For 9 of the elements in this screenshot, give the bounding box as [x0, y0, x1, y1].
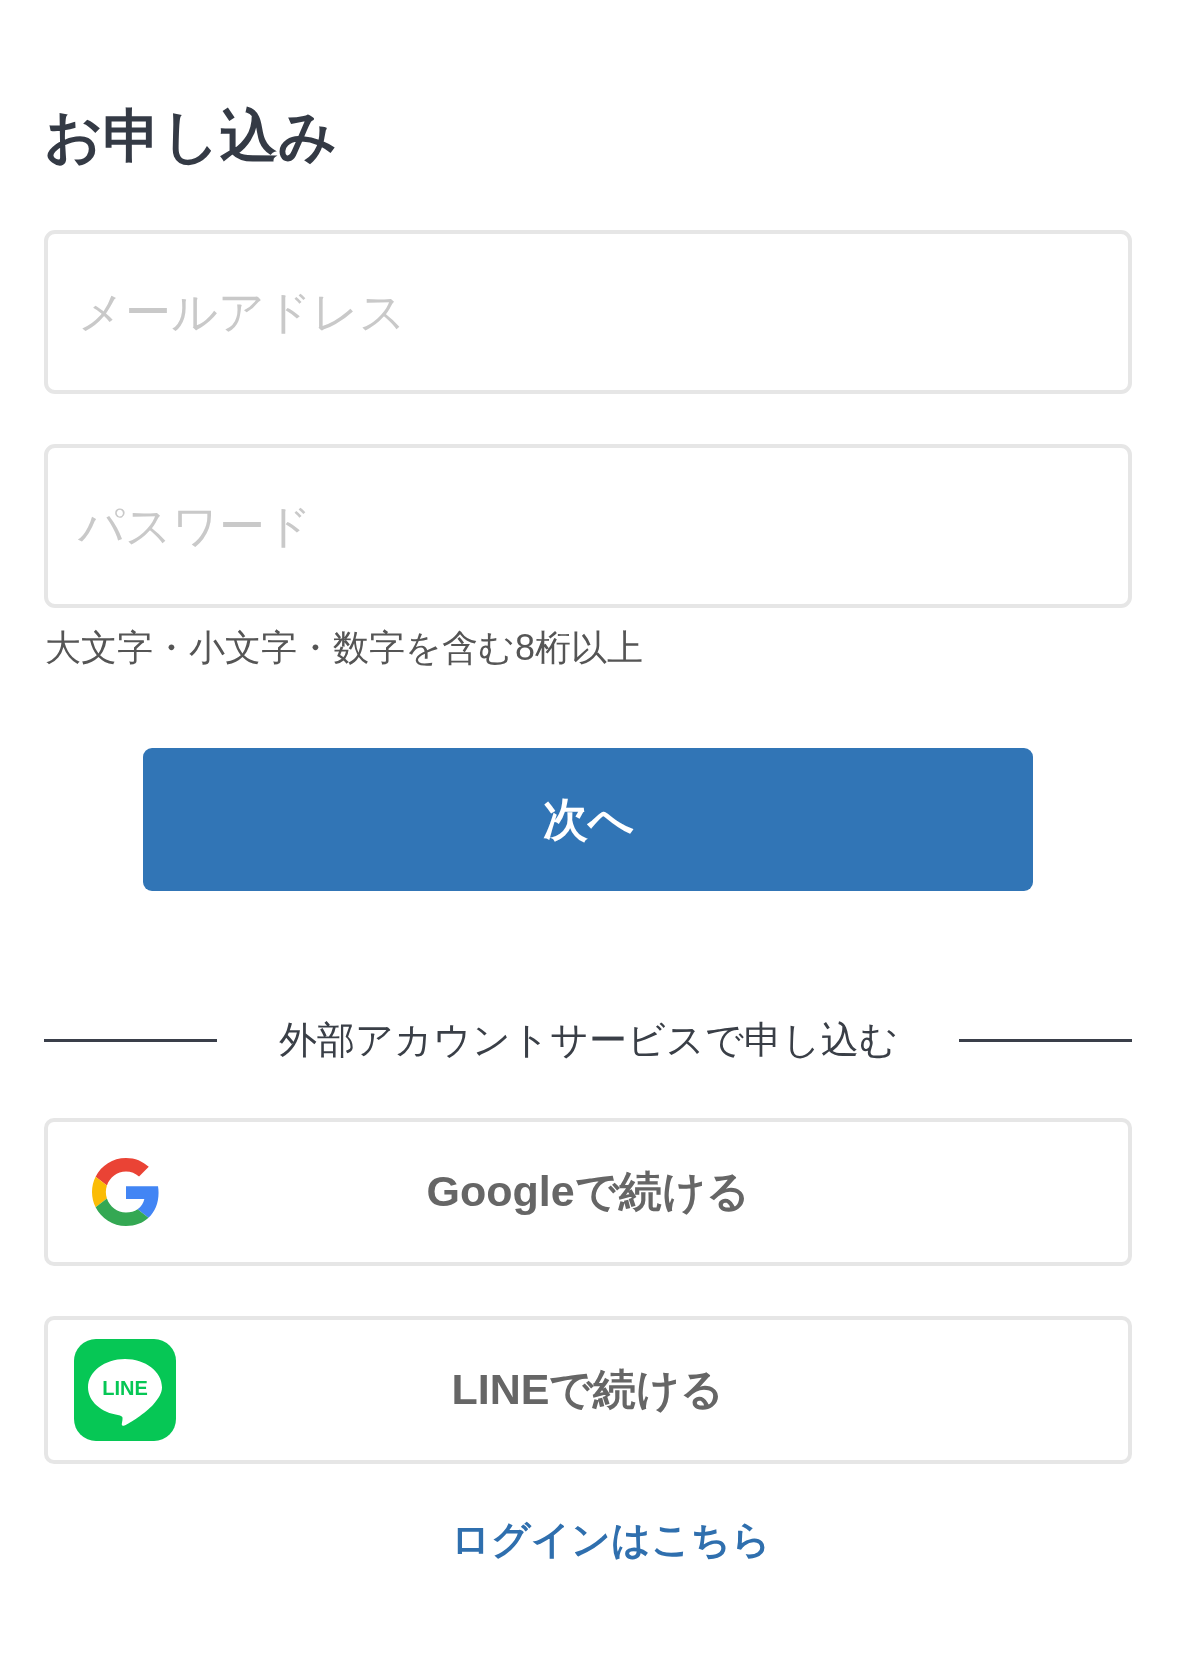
google-button[interactable]: Googleで続ける	[44, 1118, 1132, 1266]
next-button[interactable]: 次へ	[143, 748, 1033, 891]
google-logo-icon	[92, 1158, 160, 1226]
divider-label: 外部アカウントサービスで申し込む	[278, 1018, 898, 1063]
page-title: お申し込み	[44, 102, 338, 170]
line-logo-icon: LINE	[74, 1339, 176, 1441]
line-button[interactable]: LINE LINEで続ける	[44, 1316, 1132, 1464]
password-hint: 大文字・小文字・数字を含む8桁以上	[45, 626, 645, 670]
login-link[interactable]: ログインはこちら	[451, 1514, 771, 1566]
